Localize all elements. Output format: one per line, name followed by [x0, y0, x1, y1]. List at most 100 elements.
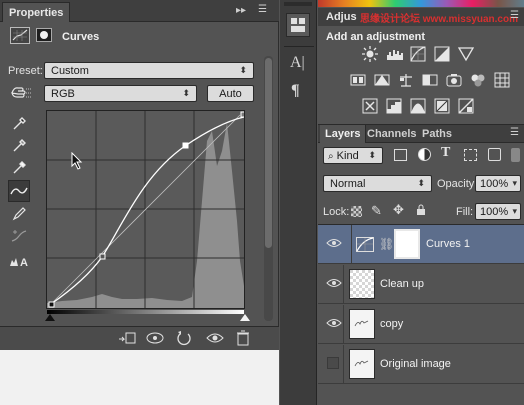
chevron-updown-icon: ⬍	[417, 178, 425, 188]
reset-icon[interactable]	[176, 330, 192, 349]
properties-tab[interactable]: Properties	[2, 2, 71, 22]
visibility-eye-icon[interactable]	[206, 331, 224, 348]
panel-menu-icon[interactable]: ☰	[258, 4, 267, 15]
lock-brush-icon[interactable]: ✎	[371, 203, 382, 219]
visibility-toggle-off[interactable]	[327, 357, 339, 369]
exposure-icon[interactable]	[434, 46, 450, 65]
filter-value: Kind	[336, 150, 359, 162]
canvas-area	[0, 350, 279, 405]
tab-paths[interactable]: Paths	[417, 125, 457, 143]
filter-shape-icon[interactable]	[464, 149, 477, 161]
layer-thumbnail[interactable]	[349, 349, 375, 379]
posterize-icon[interactable]	[386, 98, 402, 117]
column-divider	[351, 225, 352, 264]
collapse-icon[interactable]: ▸▸	[236, 5, 246, 16]
pencil-icon[interactable]	[8, 203, 30, 225]
visibility-eye-icon[interactable]	[326, 277, 342, 289]
layer-row-original-image[interactable]: Original image	[318, 345, 524, 384]
black-point-slider-icon[interactable]	[45, 314, 55, 321]
view-previous-state-icon[interactable]	[145, 331, 165, 348]
eyedropper-black-icon[interactable]	[8, 113, 30, 135]
character-panel-icon[interactable]: A|	[290, 54, 305, 72]
brightness-contrast-icon[interactable]	[362, 46, 378, 65]
layer-row-clean-up[interactable]: Clean up	[318, 265, 524, 304]
input-gradient-bar	[47, 310, 244, 314]
curve-point	[182, 142, 189, 149]
layer-name: Curves 1	[426, 238, 471, 250]
layer-row-curves[interactable]: ⛓ Curves 1	[318, 225, 524, 264]
tab-channels[interactable]: Channels	[362, 125, 422, 143]
layer-mask-thumbnail[interactable]	[394, 229, 420, 259]
panel-menu-icon[interactable]: ☰	[510, 10, 519, 21]
trash-icon[interactable]	[236, 330, 250, 349]
layer-thumbnail[interactable]	[349, 269, 375, 299]
curves-icon[interactable]	[410, 46, 426, 65]
curve-point	[99, 253, 106, 260]
filter-pixel-icon[interactable]	[394, 149, 407, 161]
watermark-text: 思缘设计论坛 www.missyuan.com	[360, 14, 518, 25]
curve-points-icon[interactable]	[8, 180, 30, 202]
strip-grip	[284, 2, 312, 6]
search-icon: ⌕	[328, 151, 334, 162]
tab-layers[interactable]: Layers	[320, 125, 367, 143]
blend-mode-value: Normal	[330, 178, 366, 190]
adjustments-heading: Add an adjustment	[326, 31, 426, 43]
layer-thumbnail[interactable]	[349, 309, 375, 339]
fill-value: 100%	[480, 206, 509, 218]
adjustments-tab[interactable]: Adjus	[326, 11, 357, 23]
clip-to-layer-icon[interactable]	[118, 331, 136, 348]
layer-row-copy[interactable]: copy	[318, 305, 524, 344]
fill-field[interactable]: 100% ▾	[475, 203, 521, 220]
scrollbar-thumb[interactable]	[265, 58, 272, 248]
swatches-strip[interactable]	[318, 0, 524, 7]
filter-adjustment-icon[interactable]	[418, 148, 431, 161]
curve-point	[48, 301, 55, 308]
chevron-down-icon: ▾	[512, 178, 517, 188]
vibrance-icon[interactable]	[350, 72, 366, 91]
channel-mixer-icon[interactable]	[470, 72, 486, 91]
strip-divider	[284, 46, 314, 47]
white-point-slider-icon[interactable]	[240, 314, 250, 321]
panel-menu-icon[interactable]: ☰	[510, 127, 519, 138]
preset-label: Preset:	[8, 65, 43, 77]
selective-color-icon[interactable]	[458, 98, 474, 117]
visibility-eye-icon[interactable]	[326, 237, 342, 249]
curves-graph[interactable]	[46, 110, 247, 309]
hue-saturation-icon[interactable]	[374, 72, 390, 91]
chevron-updown-icon: ⬍	[368, 150, 376, 160]
gradient-map-icon[interactable]	[434, 98, 450, 117]
lock-transparent-icon[interactable]	[351, 206, 362, 217]
smooth-curve-icon[interactable]	[8, 225, 30, 247]
clipping-warning-icon[interactable]: A	[8, 249, 30, 271]
paragraph-panel-icon[interactable]: ¶	[291, 82, 300, 100]
threshold-icon[interactable]	[410, 98, 426, 117]
blend-mode-dropdown[interactable]: Normal ⬍	[323, 175, 432, 192]
color-balance-icon[interactable]	[398, 72, 414, 91]
filter-smart-object-icon[interactable]	[488, 148, 501, 161]
invert-icon[interactable]	[362, 98, 378, 117]
filter-type-icon[interactable]: T	[441, 145, 450, 161]
eyedropper-white-icon[interactable]	[8, 157, 30, 179]
color-lookup-icon[interactable]	[494, 72, 510, 91]
panel-title: Curves	[62, 31, 100, 43]
lock-all-icon[interactable]	[416, 204, 426, 219]
link-chain-icon[interactable]: ⛓	[379, 237, 394, 251]
levels-icon[interactable]	[386, 46, 404, 65]
lock-move-icon[interactable]: ✥	[393, 202, 404, 218]
photo-filter-icon[interactable]	[446, 72, 462, 91]
eyedropper-gray-icon[interactable]	[8, 135, 30, 157]
black-white-icon[interactable]	[422, 72, 438, 91]
layer-mask-icon[interactable]	[36, 28, 52, 42]
adjustments-panel-icon[interactable]	[286, 13, 310, 37]
filter-toggle-icon[interactable]	[511, 148, 520, 162]
preset-dropdown[interactable]: Custom ⬍	[44, 62, 254, 79]
gradient-triangle-icon[interactable]	[457, 46, 475, 65]
channel-dropdown[interactable]: RGB ⬍	[44, 85, 197, 102]
auto-button[interactable]: Auto	[207, 85, 254, 102]
layer-filter-dropdown[interactable]: ⌕ Kind ⬍	[323, 147, 383, 164]
opacity-field[interactable]: 100% ▾	[475, 175, 521, 192]
opacity-value: 100%	[480, 178, 509, 190]
on-image-adjust-icon[interactable]	[8, 84, 34, 102]
properties-scrollbar[interactable]	[264, 56, 273, 321]
visibility-eye-icon[interactable]	[326, 317, 342, 329]
